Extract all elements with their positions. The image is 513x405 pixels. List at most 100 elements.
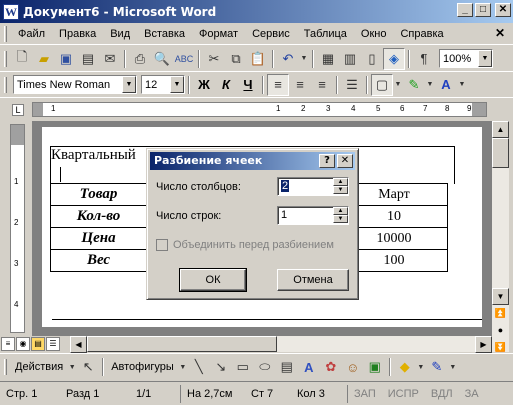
insert-table-icon[interactable]: ▥ <box>339 48 361 70</box>
print-layout-icon[interactable]: ▤ <box>31 337 45 351</box>
paste-icon[interactable]: 📋 <box>247 48 269 70</box>
menu-help[interactable]: Справка <box>393 28 450 40</box>
vertical-ruler[interactable]: 1 2 3 4 <box>10 124 25 333</box>
toolbar-grip[interactable] <box>4 50 7 67</box>
print-preview-icon[interactable]: 🔍 <box>151 48 173 70</box>
tab-stop-selector-icon[interactable]: L <box>12 104 24 116</box>
chevron-down-icon[interactable]: ▼ <box>170 76 184 93</box>
rows-value[interactable]: 1 <box>281 209 287 221</box>
scroll-up-icon[interactable]: ▲ <box>492 121 509 138</box>
font-color-icon[interactable]: A <box>435 74 457 96</box>
cut-icon[interactable]: ✂ <box>203 48 225 70</box>
status-track-changes[interactable]: ИСПР <box>382 385 425 403</box>
arrow-icon[interactable]: ↘ <box>210 356 232 378</box>
menu-insert[interactable]: Вставка <box>137 28 192 40</box>
numbering-icon[interactable]: ☰ <box>341 74 363 96</box>
maximize-button[interactable]: □ <box>475 3 491 17</box>
chevron-down-icon[interactable]: ▼ <box>122 76 136 93</box>
email-icon[interactable]: ✉ <box>99 48 121 70</box>
menu-view[interactable]: Вид <box>103 28 137 40</box>
scroll-down-icon[interactable]: ▼ <box>492 288 509 305</box>
align-center-icon[interactable]: ≡ <box>289 74 311 96</box>
highlight-dropdown-icon[interactable]: ▼ <box>425 74 435 96</box>
draw-actions-menu[interactable]: Действия <box>11 361 67 373</box>
autoshapes-menu[interactable]: Автофигуры <box>107 361 178 373</box>
underline-button[interactable]: Ч <box>237 74 259 96</box>
spin-up-icon[interactable]: ▲ <box>333 178 348 186</box>
scroll-right-icon[interactable]: ▶ <box>475 336 492 353</box>
menu-edit[interactable]: Правка <box>52 28 103 40</box>
dialog-title-bar[interactable]: Разбиение ячеек ? ✕ <box>150 152 355 170</box>
oval-icon[interactable]: ⬭ <box>254 356 276 378</box>
status-extend[interactable]: ВДЛ <box>425 385 459 403</box>
scroll-left-icon[interactable]: ◀ <box>70 336 87 353</box>
ok-button[interactable]: ОК <box>179 268 247 292</box>
close-document-icon[interactable]: ✕ <box>495 26 505 40</box>
spin-down-icon[interactable]: ▼ <box>333 186 348 194</box>
diagram-icon[interactable]: ✿ <box>320 356 342 378</box>
border-icon[interactable]: ▢ <box>371 73 393 96</box>
undo-icon[interactable]: ↶ <box>277 48 299 70</box>
permission-icon[interactable]: ▤ <box>77 48 99 70</box>
highlight-icon[interactable]: ✎ <box>403 74 425 96</box>
copy-icon[interactable]: ⧉ <box>225 48 247 70</box>
select-objects-icon[interactable]: ↖ <box>77 356 99 378</box>
rows-spinner[interactable]: 1 ▲ ▼ <box>277 206 349 225</box>
previous-page-icon[interactable]: ⏫ <box>492 305 509 322</box>
cancel-button[interactable]: Отмена <box>277 269 349 291</box>
browse-object-icon[interactable]: ● <box>492 322 509 339</box>
menubar-grip[interactable] <box>4 25 7 42</box>
web-view-icon[interactable]: ◉ <box>16 337 30 351</box>
show-formatting-icon[interactable]: ¶ <box>413 48 435 70</box>
italic-button[interactable]: К <box>215 74 237 96</box>
normal-view-icon[interactable]: ≡ <box>1 337 15 351</box>
columns-value[interactable]: 2 <box>281 180 290 192</box>
new-document-icon[interactable]: 🗋 <box>11 48 33 70</box>
menu-window[interactable]: Окно <box>354 28 394 40</box>
row-label[interactable]: Вес <box>50 249 147 272</box>
columns-icon[interactable]: ▯ <box>361 48 383 70</box>
row-label[interactable]: Товар <box>50 183 147 206</box>
toolbar-grip[interactable] <box>4 359 7 375</box>
menu-file[interactable]: Файл <box>11 28 52 40</box>
bold-button[interactable]: Ж <box>193 74 215 96</box>
help-button[interactable]: ? <box>319 154 335 168</box>
drawing-icon[interactable]: ◈ <box>383 47 405 70</box>
horizontal-scroll-thumb[interactable] <box>87 336 277 352</box>
chevron-down-icon[interactable]: ▼ <box>67 356 77 378</box>
align-right-icon[interactable]: ≡ <box>311 74 333 96</box>
rectangle-icon[interactable]: ▭ <box>232 356 254 378</box>
save-icon[interactable]: ▣ <box>55 48 77 70</box>
chevron-down-icon[interactable]: ▼ <box>416 356 426 378</box>
minimize-button[interactable]: _ <box>457 3 473 17</box>
spelling-icon[interactable]: ABC <box>173 48 195 70</box>
horizontal-ruler[interactable]: 1 1 2 3 4 5 6 7 8 9 <box>32 102 487 117</box>
clipart-icon[interactable]: ☺ <box>342 356 364 378</box>
checkbox-box[interactable] <box>156 239 168 251</box>
word-app-icon[interactable]: W <box>3 3 19 20</box>
spin-down-icon[interactable]: ▼ <box>333 215 348 223</box>
align-left-icon[interactable]: ≡ <box>267 73 289 96</box>
border-dropdown-icon[interactable]: ▼ <box>393 74 403 96</box>
horizontal-scrollbar[interactable]: ◀ ▶ <box>70 336 492 353</box>
textbox-icon[interactable]: ▤ <box>276 356 298 378</box>
vertical-scrollbar[interactable]: ▲ ▼ ⏫ ● ⏬ <box>492 121 509 352</box>
font-size-select[interactable]: 12 ▼ <box>141 75 185 94</box>
vertical-scroll-thumb[interactable] <box>492 138 509 168</box>
menu-format[interactable]: Формат <box>192 28 245 40</box>
fill-color-icon[interactable]: ◆ <box>394 356 416 378</box>
dialog-close-button[interactable]: ✕ <box>337 154 353 168</box>
open-folder-icon[interactable]: ▰ <box>33 48 55 70</box>
chevron-down-icon[interactable]: ▼ <box>178 356 188 378</box>
undo-dropdown-icon[interactable]: ▼ <box>299 48 309 70</box>
row-label[interactable]: Кол-во <box>50 205 147 228</box>
toolbar-grip[interactable] <box>4 76 7 93</box>
line-color-icon[interactable]: ✎ <box>426 356 448 378</box>
wordart-icon[interactable]: A <box>298 356 320 378</box>
spin-up-icon[interactable]: ▲ <box>333 207 348 215</box>
outline-view-icon[interactable]: ☰ <box>46 337 60 351</box>
font-select[interactable]: Times New Roman ▼ <box>13 75 137 94</box>
line-icon[interactable]: ╲ <box>188 356 210 378</box>
print-icon[interactable]: ⎙ <box>129 48 151 70</box>
font-color-dropdown-icon[interactable]: ▼ <box>457 74 467 96</box>
